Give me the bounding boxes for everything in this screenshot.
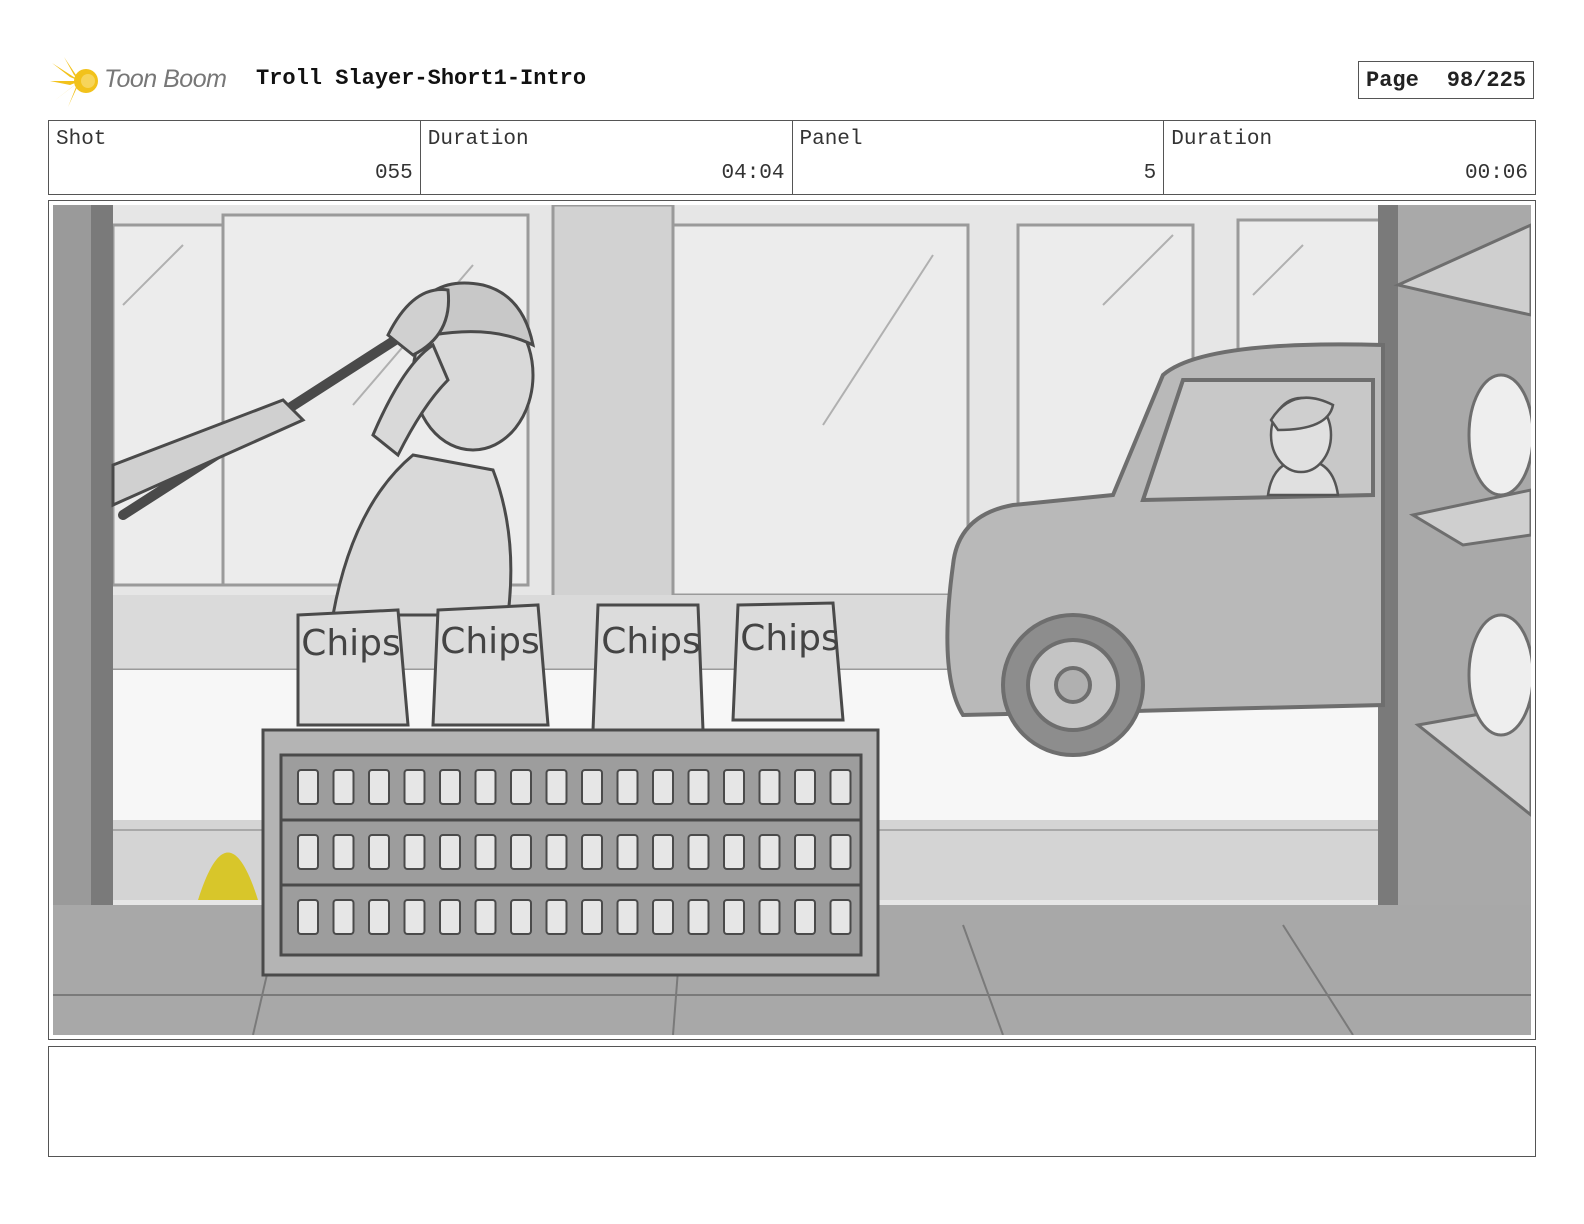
shot-duration-cell: Duration 04:04 <box>421 121 793 194</box>
chip-bag-label: Chips <box>301 623 401 664</box>
shelf-chip-packet <box>723 769 745 805</box>
shot-duration-label: Duration <box>427 128 529 151</box>
page-indicator: Page 98/225 <box>1358 61 1534 99</box>
shelf-chip-packet <box>616 899 639 935</box>
shelf-chip-packet <box>368 899 390 935</box>
page-value: 98/225 <box>1446 67 1526 93</box>
shelf-chip-packet <box>545 834 568 870</box>
chip-bag-label: Chips <box>440 621 540 662</box>
shelf-chip-packet <box>581 769 603 805</box>
shelf-chip-packet <box>687 834 710 870</box>
shelf-chip-packet <box>616 769 639 805</box>
shelf-chip-packet <box>687 769 710 805</box>
shelf-chip-packet <box>297 769 319 805</box>
shelf-chip-packet <box>652 834 674 870</box>
shelf-chip-packet <box>829 899 852 935</box>
shelf-chip-packet <box>581 834 603 870</box>
shelf-chip-packet <box>368 769 390 805</box>
shelf-chip-packet <box>403 769 426 805</box>
shelf-chip-packet <box>510 769 532 805</box>
chip-bag-label: Chips <box>601 621 701 662</box>
toon-boom-logo: Toon Boom <box>50 55 240 107</box>
panel-value: 5 <box>1143 162 1157 185</box>
shelf-chip-packet <box>794 769 816 805</box>
chip-bag-label: Chips <box>740 618 840 659</box>
shelf-chip-packet <box>723 899 745 935</box>
shelf-chip-packet <box>545 899 568 935</box>
shelf-chip-packet <box>652 769 674 805</box>
shelf-chip-packet <box>829 769 852 805</box>
panel-cell: Panel 5 <box>793 121 1165 194</box>
shelf-chip-packet <box>297 899 319 935</box>
shelf-chip-packet <box>510 899 532 935</box>
shelf-chip-packet <box>368 834 390 870</box>
shelf-chip-packet <box>723 834 745 870</box>
shelf-chip-packet <box>794 899 816 935</box>
storyboard-panel: Chips Chips Chips Chips <box>48 200 1536 1040</box>
shelf-chip-packet <box>332 834 355 870</box>
panel-duration-value: 00:06 <box>1464 162 1528 185</box>
shelf-chip-packet <box>829 834 852 870</box>
shot-info-row: Shot 055 Duration 04:04 Panel 5 Duration… <box>48 120 1536 195</box>
shelf-chip-packet <box>545 769 568 805</box>
shelf-chip-packet <box>510 834 532 870</box>
shot-label: Shot <box>56 128 107 151</box>
shelf-chip-packet <box>794 834 816 870</box>
shelf-chip-packet <box>439 899 461 935</box>
project-title: Troll Slayer-Short1-Intro <box>256 66 587 91</box>
shelf-chip-packet <box>403 899 426 935</box>
panel-notes <box>48 1046 1536 1157</box>
panel-label: Panel <box>799 128 863 151</box>
shelf-chip-packet <box>439 769 461 805</box>
panel-sketch: Chips Chips Chips Chips <box>53 205 1531 1035</box>
toon-boom-burst-icon <box>50 57 98 107</box>
shelf-chip-packet <box>758 834 781 870</box>
shelf-chip-packet <box>332 899 355 935</box>
shelf-chip-packet <box>616 834 639 870</box>
page-label: Page <box>1366 67 1419 93</box>
shelf-chip-packet <box>439 834 461 870</box>
shelf-chip-packet <box>758 769 781 805</box>
shelf-chip-packet <box>474 834 497 870</box>
shelf-chip-packet <box>687 899 710 935</box>
shelf-chip-packet <box>652 899 674 935</box>
shelf-chip-packet <box>758 899 781 935</box>
logo-text: Toon Boom <box>104 65 227 93</box>
shelf-chip-packet <box>581 899 603 935</box>
shot-cell: Shot 055 <box>49 121 421 194</box>
shelf-chip-packet <box>332 769 355 805</box>
shelf-chip-packet <box>297 834 319 870</box>
shelf-chip-packet <box>474 899 497 935</box>
shelf-chip-packet <box>474 769 497 805</box>
panel-duration-cell: Duration 00:06 <box>1164 121 1535 194</box>
panel-duration-label: Duration <box>1171 128 1273 151</box>
shot-duration-value: 04:04 <box>721 162 785 185</box>
shot-value: 055 <box>374 162 413 185</box>
shelf-chip-packet <box>403 834 426 870</box>
